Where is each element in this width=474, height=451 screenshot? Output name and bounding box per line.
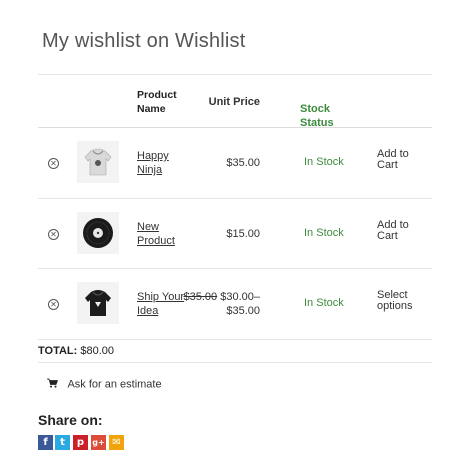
stock-status: In Stock (304, 297, 344, 309)
stock-status: In Stock (304, 156, 344, 168)
estimate-label[interactable]: Ask for an estimate (67, 378, 161, 390)
total-label: TOTAL: (38, 345, 78, 357)
product-name-line2[interactable]: Idea (137, 305, 158, 317)
old-price: $35.00 (183, 291, 218, 303)
select-options-button[interactable]: Select options (377, 290, 427, 312)
table-row: ✕ New Product $15.00 In Stock Add to Car… (38, 199, 432, 269)
header-stock-status: Stock Status (300, 102, 334, 130)
price-range-line2: $35.00 (226, 305, 260, 317)
product-link-happy-ninja[interactable]: Happy Ninja (137, 149, 189, 177)
unit-price: $15.00 (226, 228, 260, 240)
vinyl-record-icon[interactable] (77, 212, 119, 254)
product-name-line1[interactable]: Ship Your (137, 291, 184, 303)
product-name-line2[interactable]: Ninja (137, 164, 162, 176)
header-product-name-line2: Name (137, 103, 166, 115)
header-stock-line1: Stock (300, 103, 330, 115)
divider (38, 74, 432, 75)
price-range-line1: $30.00– (220, 291, 260, 303)
remove-item-icon[interactable]: ✕ (48, 299, 59, 310)
product-name-line1[interactable]: Happy (137, 150, 169, 162)
add-to-cart-button[interactable]: Add to Cart (377, 220, 427, 242)
product-name-line2[interactable]: Product (137, 235, 175, 247)
black-hoodie-icon[interactable] (77, 282, 119, 324)
share-title: Share on: (38, 412, 103, 428)
product-link-new-product[interactable]: New Product (137, 220, 189, 248)
table-row: ✕ Happy Ninja $35.00 In Stock Add to Car… (38, 128, 432, 198)
remove-item-icon[interactable]: ✕ (48, 158, 59, 169)
wishlist-total: TOTAL: $80.00 (38, 345, 114, 357)
table-row: ✕ Ship Your Idea $35.00 $30.00– $35.00 I… (38, 269, 432, 339)
divider (38, 362, 432, 363)
email-icon[interactable]: ✉ (109, 435, 124, 450)
action-label-line2[interactable]: Cart (377, 231, 427, 242)
action-label-line2[interactable]: options (377, 301, 427, 312)
header-product-name-line1: Product (137, 89, 177, 101)
google-plus-icon[interactable]: g+ (91, 435, 106, 450)
remove-item-icon[interactable]: ✕ (48, 229, 59, 240)
row-divider (38, 339, 432, 340)
stock-status: In Stock (304, 227, 344, 239)
add-to-cart-button[interactable]: Add to Cart (377, 149, 427, 171)
total-value: $80.00 (80, 345, 115, 357)
hoodie-icon[interactable] (77, 141, 119, 183)
unit-price: $35.00 $30.00– $35.00 (180, 290, 260, 318)
twitter-icon[interactable]: t (55, 435, 70, 450)
header-unit-price: Unit Price (208, 96, 260, 108)
unit-price: $35.00 (226, 157, 260, 169)
action-label-line2[interactable]: Cart (377, 160, 427, 171)
pinterest-icon[interactable]: p (73, 435, 88, 450)
page-title: My wishlist on Wishlist (42, 30, 246, 52)
header-product-name: Product Name (137, 88, 177, 116)
facebook-icon[interactable]: f (38, 435, 53, 450)
ask-for-estimate-link[interactable]: Ask for an estimate (47, 378, 162, 391)
cart-icon (47, 378, 59, 391)
product-name-line1[interactable]: New (137, 221, 159, 233)
